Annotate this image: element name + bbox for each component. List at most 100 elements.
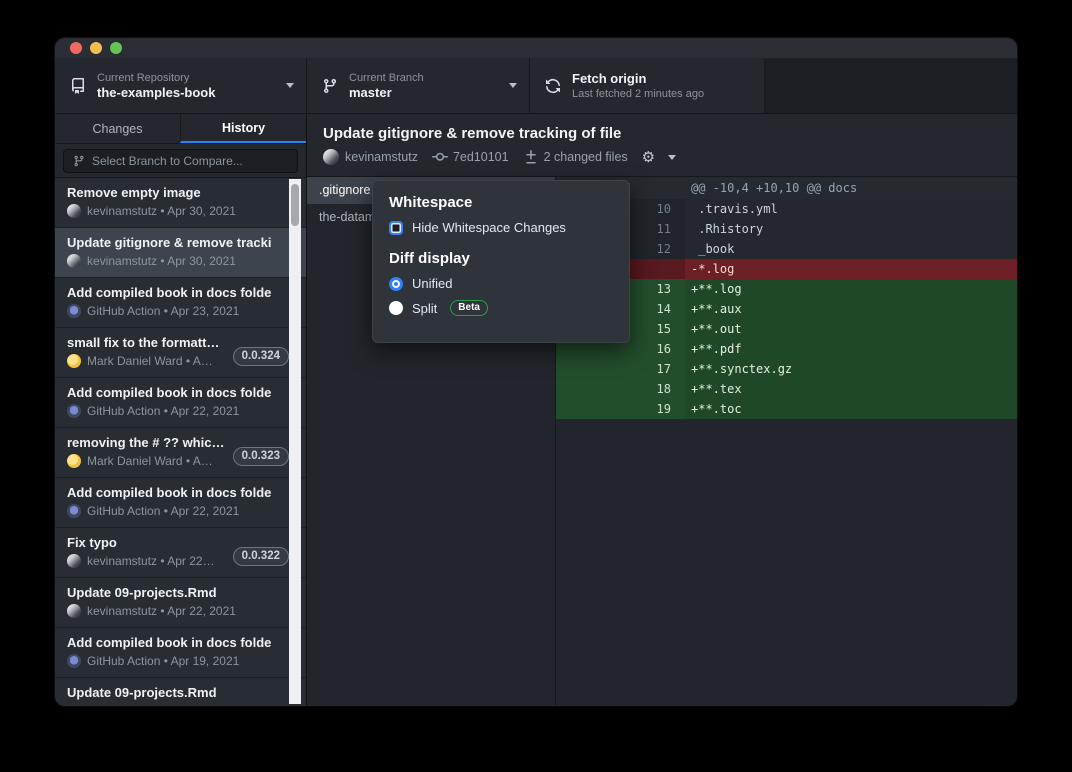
commit-meta-text: Mark Daniel Ward • A… (87, 354, 213, 368)
radio-label: Unified (412, 276, 452, 291)
zoom-window-button[interactable] (110, 42, 122, 54)
diff-line-text: +**.aux (685, 299, 1017, 319)
commit-list-item[interactable]: Remove empty image kevinamstutz • Apr 30,… (55, 178, 306, 228)
diff-line-text: +**.pdf (685, 339, 1017, 359)
commit-title: Add compiled book in docs folder. (67, 385, 272, 400)
diff-new-line-number: 17 (620, 359, 685, 379)
commit-list-item[interactable]: Add compiled book in docs folder. GitHub … (55, 378, 306, 428)
branch-icon (322, 78, 338, 94)
commit-detail-header: Update gitignore & remove tracking of fi… (307, 114, 1017, 177)
diff-row: 17+**.synctex.gz (556, 359, 1017, 379)
diff-display-heading: Diff display (389, 250, 613, 267)
diff-line-text: +**.out (685, 319, 1017, 339)
radio-selected[interactable] (389, 277, 403, 291)
diff-line-text: +**.synctex.gz (685, 359, 1017, 379)
commit-list-item[interactable]: Update gitignore & remove tracki… kevinam… (55, 228, 306, 278)
commit-meta-text: kevinamstutz • Apr 30, 2021 (87, 204, 236, 218)
diff-old-line-number (556, 399, 620, 419)
toolbar-spacer (765, 58, 1017, 113)
commit-title: Add compiled book in docs folder. (67, 285, 272, 300)
diff-row: 19+**.toc (556, 399, 1017, 419)
avatar (67, 654, 81, 668)
commit-list-item[interactable]: Add compiled book in docs folder. GitHub … (55, 628, 306, 678)
history-sidebar: Changes History Select Branch to Compare… (55, 114, 307, 706)
app-window: Current Repository the-examples-book Cur… (55, 38, 1017, 706)
scrollbar-thumb[interactable] (291, 184, 299, 226)
commit-list-item[interactable]: Add compiled book in docs folder. GitHub … (55, 478, 306, 528)
checkbox-unchecked[interactable] (389, 221, 403, 235)
branch-icon (73, 155, 85, 167)
fetch-origin-button[interactable]: Fetch origin Last fetched 2 minutes ago (530, 58, 765, 113)
hide-whitespace-label: Hide Whitespace Changes (412, 220, 566, 235)
commit-summary-title: Update gitignore & remove tracking of fi… (323, 125, 1001, 142)
diff-icon (523, 149, 539, 165)
commit-list-item[interactable]: Update 09-projects.Rmd (55, 678, 306, 706)
avatar (67, 254, 81, 268)
commit-meta: kevinamstutz • Apr 30, 2021 (67, 254, 272, 268)
commit-meta-text: kevinamstutz • Apr 22… (87, 554, 215, 568)
commit-title: Add compiled book in docs folder. (67, 485, 272, 500)
commit-meta-text: GitHub Action • Apr 23, 2021 (87, 304, 239, 318)
gear-icon[interactable]: ⚙ (642, 149, 655, 165)
tab-changes[interactable]: Changes (55, 114, 180, 143)
diff-display-option[interactable]: SplitBeta (389, 300, 613, 316)
changed-files-count: 2 changed files (544, 150, 628, 164)
diff-options-popover: Whitespace Hide Whitespace Changes Diff … (372, 180, 630, 343)
commit-meta-text: Mark Daniel Ward • A… (87, 454, 213, 468)
commit-history-list: Remove empty image kevinamstutz • Apr 30,… (55, 178, 306, 706)
toolbar: Current Repository the-examples-book Cur… (55, 58, 1017, 114)
avatar (67, 204, 81, 218)
commit-title: Update gitignore & remove tracki… (67, 235, 272, 250)
commit-title: Add compiled book in docs folder. (67, 635, 272, 650)
diff-line-text: _book (685, 239, 1017, 259)
close-window-button[interactable] (70, 42, 82, 54)
commit-list-item[interactable]: small fix to the formatt…Mark Daniel War… (55, 328, 306, 378)
commit-meta: GitHub Action • Apr 23, 2021 (67, 304, 272, 318)
commit-meta-text: kevinamstutz • Apr 30, 2021 (87, 254, 236, 268)
diff-options-button[interactable]: ⚙ (642, 149, 676, 165)
current-branch-button[interactable]: Current Branch master (307, 58, 530, 113)
commit-meta: kevinamstutz • Apr 22, 2021 (67, 604, 272, 618)
commit-title: Remove empty image (67, 185, 272, 200)
version-badge: 0.0.323 (233, 447, 289, 466)
avatar (67, 504, 81, 518)
commit-list-item[interactable]: Fix typokevinamstutz • Apr 22…0.0.322 (55, 528, 306, 578)
hide-whitespace-option[interactable]: Hide Whitespace Changes (389, 220, 613, 235)
diff-row: 18+**.tex (556, 379, 1017, 399)
branch-label: Current Branch (349, 71, 501, 85)
chevron-down-icon (509, 83, 517, 88)
current-repository-button[interactable]: Current Repository the-examples-book (55, 58, 307, 113)
commit-title: Update 09-projects.Rmd (67, 585, 272, 600)
commit-list-item[interactable]: Add compiled book in docs folder. GitHub … (55, 278, 306, 328)
diff-old-line-number (556, 359, 620, 379)
diff-empty-area (556, 419, 1017, 706)
commit-meta-text: GitHub Action • Apr 22, 2021 (87, 504, 239, 518)
commit-author: kevinamstutz (345, 150, 418, 164)
commit-meta-text: kevinamstutz • Apr 22, 2021 (87, 604, 236, 618)
commit-list-item[interactable]: Update 09-projects.Rmd kevinamstutz • Apr… (55, 578, 306, 628)
diff-new-line-number: 16 (620, 339, 685, 359)
diff-line-text: .Rhistory (685, 219, 1017, 239)
avatar (323, 149, 339, 165)
minimize-window-button[interactable] (90, 42, 102, 54)
radio-unselected[interactable] (389, 301, 403, 315)
diff-display-options: Unified SplitBeta (389, 276, 613, 316)
repo-icon (70, 78, 86, 94)
diff-line-text: .travis.yml (685, 199, 1017, 219)
commit-meta-text: GitHub Action • Apr 19, 2021 (87, 654, 239, 668)
commit-list-item[interactable]: removing the # ?? whic…Mark Daniel Ward … (55, 428, 306, 478)
avatar (67, 554, 81, 568)
fetch-origin-label: Fetch origin (572, 71, 752, 87)
diff-display-option[interactable]: Unified (389, 276, 613, 291)
repository-name: the-examples-book (97, 85, 278, 101)
tab-history[interactable]: History (180, 114, 306, 143)
avatar (67, 604, 81, 618)
diff-line-text: +**.log (685, 279, 1017, 299)
radio-label: Split (412, 301, 437, 316)
compare-placeholder: Select Branch to Compare... (92, 154, 243, 168)
commit-meta: GitHub Action • Apr 19, 2021 (67, 654, 272, 668)
select-branch-to-compare-input[interactable]: Select Branch to Compare... (63, 149, 298, 173)
scrollbar-track[interactable] (289, 179, 301, 704)
version-badge: 0.0.324 (233, 347, 289, 366)
commit-meta-text: GitHub Action • Apr 22, 2021 (87, 404, 239, 418)
